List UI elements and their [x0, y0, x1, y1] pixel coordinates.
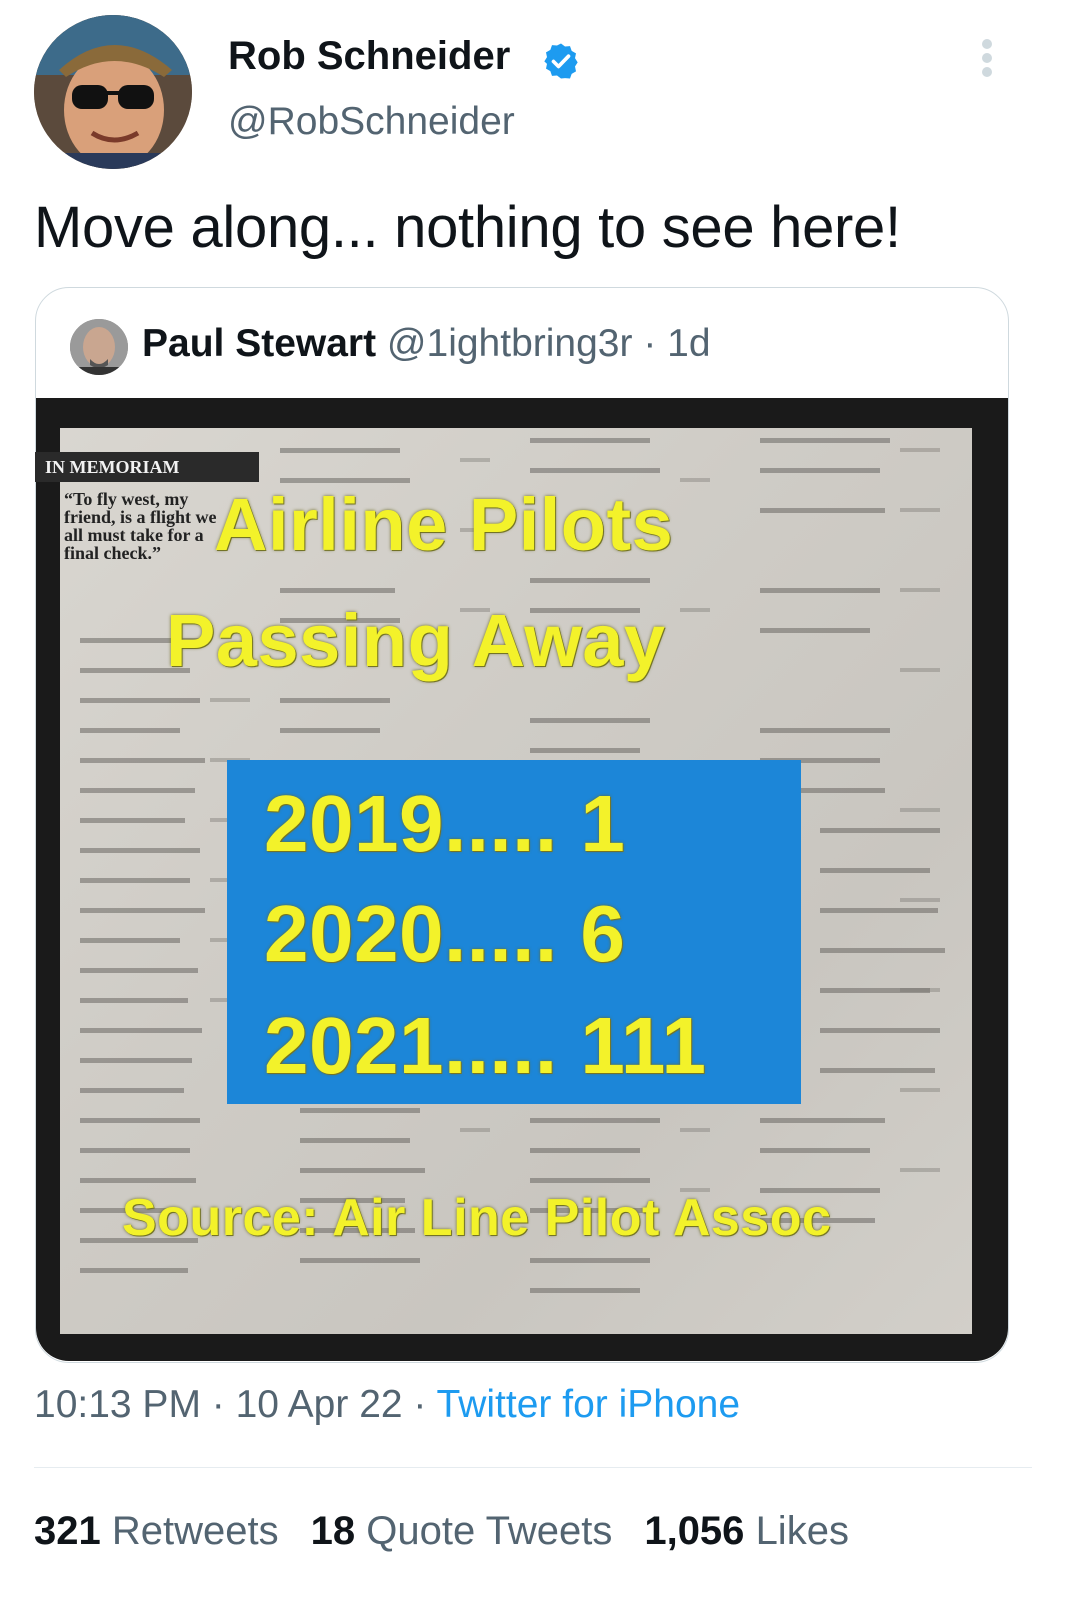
more-options-icon[interactable]	[968, 36, 1006, 80]
epitaph-quote: “To fly west, my friend, is a flight we …	[64, 489, 217, 563]
tweet-text: Move along... nothing to see here!	[34, 195, 901, 260]
separator-dot: ·	[402, 1383, 437, 1426]
author-handle[interactable]: @RobSchneider	[228, 100, 515, 144]
year-row-2020: 2020..... 6	[264, 889, 626, 978]
engagement-stats: 321 Retweets 18 Quote Tweets 1,056 Likes	[34, 1509, 849, 1554]
tweet-date: 10 Apr 22	[235, 1383, 403, 1426]
verified-badge-icon	[541, 41, 581, 81]
tweet-timestamp[interactable]: 10:13 PM · 10 Apr 22 · Twitter for iPhon…	[34, 1383, 740, 1427]
memoriam-label: IN MEMORIAM	[35, 452, 259, 482]
image-source-caption: Source: Air Line Pilot Assoc	[122, 1189, 832, 1247]
image-headline-line2: Passing Away	[166, 599, 666, 682]
likes-stat[interactable]: 1,056 Likes	[644, 1509, 849, 1553]
quote-tweets-count: 18	[310, 1509, 356, 1553]
likes-count: 1,056	[644, 1509, 745, 1553]
quoted-tweet-header: Paul Stewart @1ightbring3r · 1d	[142, 322, 711, 366]
likes-label: Likes	[755, 1509, 849, 1553]
quote-tweets-label: Quote Tweets	[366, 1509, 613, 1553]
quoted-author-name[interactable]: Paul Stewart	[142, 322, 376, 365]
divider	[34, 1467, 1032, 1468]
author-avatar[interactable]	[34, 15, 192, 169]
author-name[interactable]: Rob Schneider	[228, 34, 510, 79]
quoted-author-avatar[interactable]	[70, 319, 128, 375]
tweet-time: 10:13 PM	[34, 1383, 201, 1426]
quoted-tweet-age[interactable]: · 1d	[643, 322, 710, 365]
tweet-client-link[interactable]: Twitter for iPhone	[437, 1383, 740, 1426]
quoted-author-handle[interactable]: @1ightbring3r	[387, 322, 633, 365]
separator-dot: ·	[200, 1383, 236, 1426]
retweets-label: Retweets	[111, 1509, 279, 1553]
year-row-2021: 2021..... 111	[264, 1001, 707, 1090]
quote-tweets-stat[interactable]: 18 Quote Tweets	[311, 1509, 613, 1553]
retweets-stat[interactable]: 321 Retweets	[34, 1509, 279, 1553]
year-row-2019: 2019..... 1	[264, 779, 626, 868]
retweets-count: 321	[34, 1509, 101, 1553]
image-headline-line1: Airline Pilots	[214, 483, 674, 566]
